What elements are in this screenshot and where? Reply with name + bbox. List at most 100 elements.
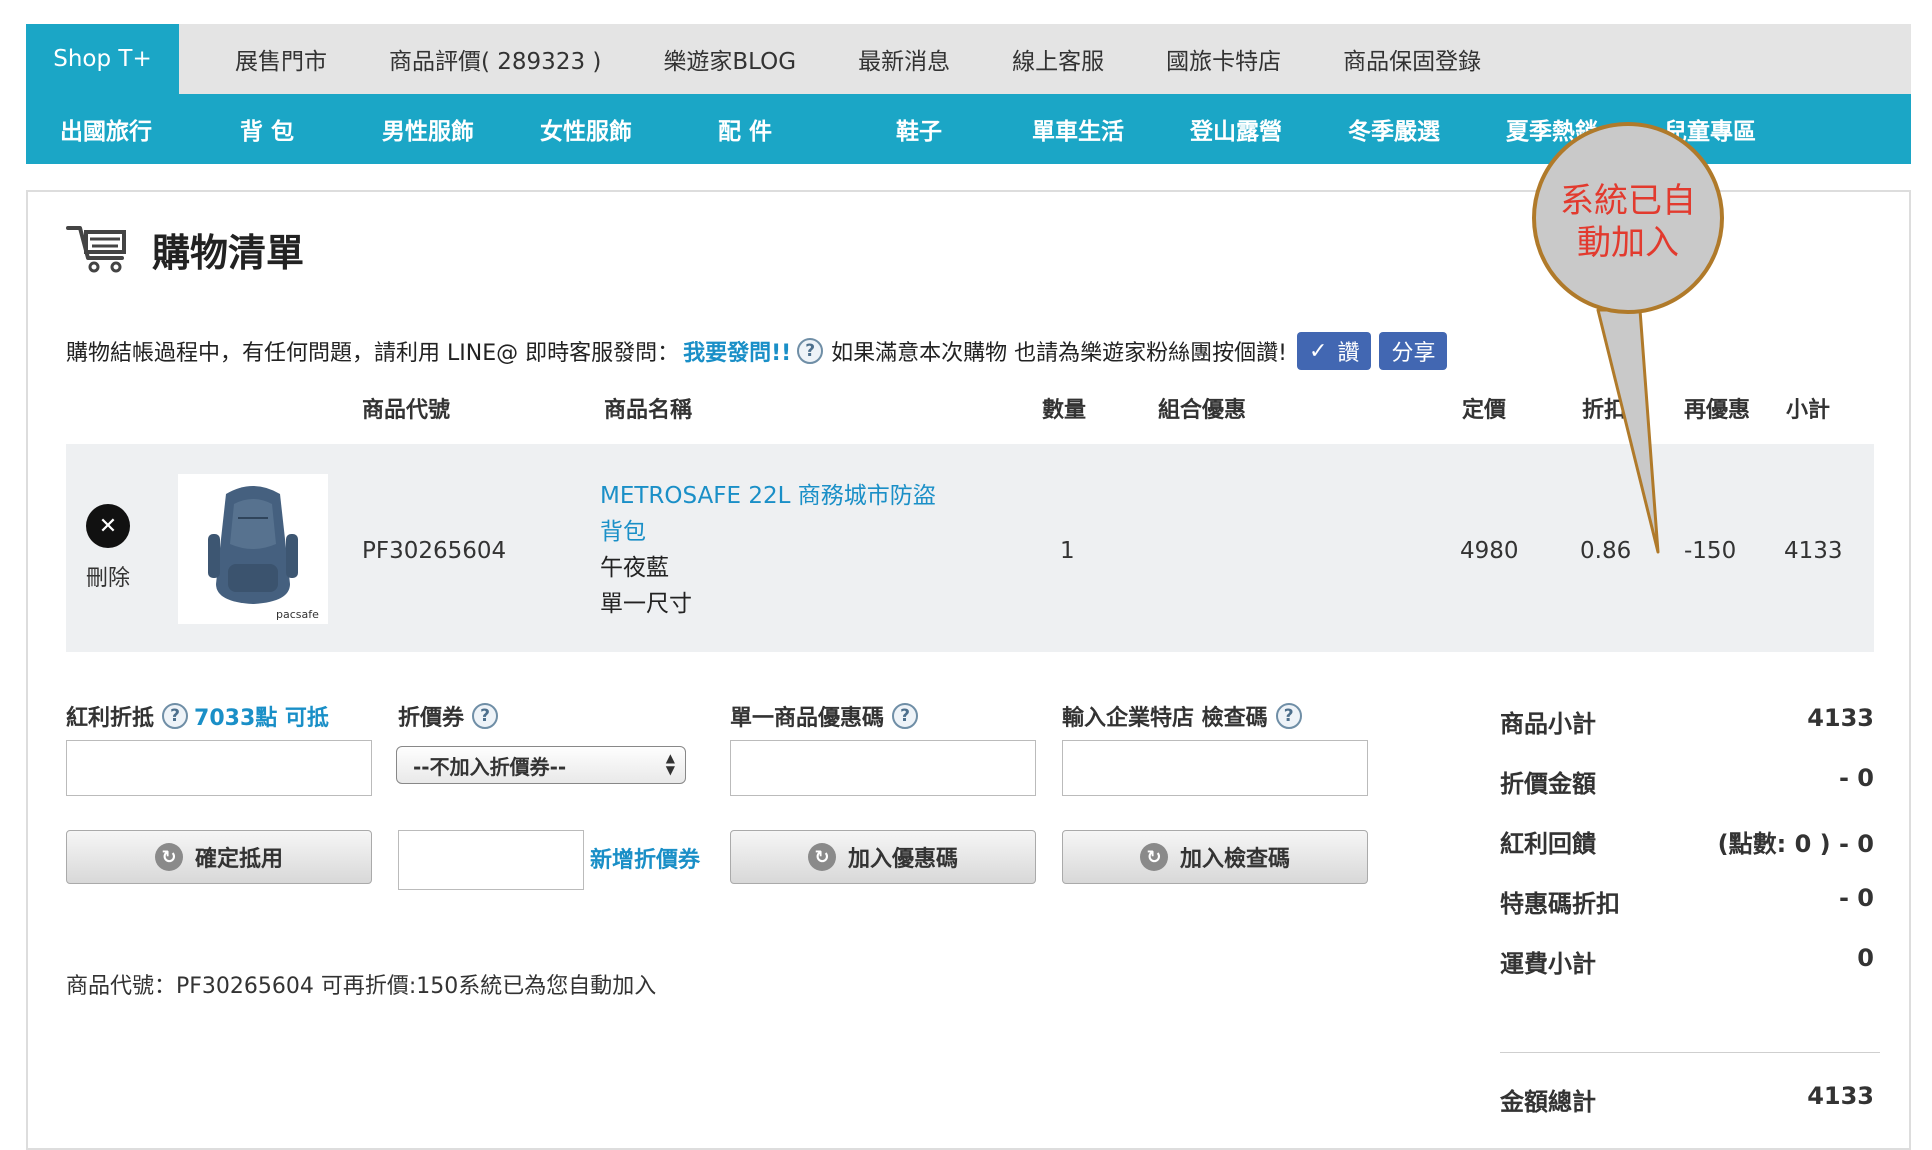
product-name-link[interactable]: METROSAFE 22L 商務城市防盜	[600, 478, 1000, 514]
bonus-label-group: 紅利折抵 ? 7033點 可抵	[66, 700, 329, 732]
header-extra-discount: 再優惠	[1684, 398, 1751, 423]
coupon-label: 折價券	[398, 706, 465, 731]
summary-label-shipping: 運費小計	[1500, 950, 1596, 978]
checkmark-icon: ✓	[1309, 338, 1328, 364]
new-coupon-input[interactable]	[398, 830, 584, 890]
header-name: 商品名稱	[604, 398, 693, 423]
help-line: 購物結帳過程中，有任何問題，請利用 LINE@ 即時客服發問： 我要發問!! ?…	[66, 332, 1448, 370]
summary-value-subtotal: 4133	[1807, 704, 1874, 732]
summary-total-label: 金額總計	[1500, 1088, 1596, 1116]
category-shoes[interactable]: 鞋子	[896, 94, 942, 164]
topnav-item-blog[interactable]: 樂遊家BLOG	[663, 24, 796, 94]
topnav-item-shop[interactable]: Shop T+	[26, 24, 179, 94]
category-summer[interactable]: 夏季熱銷	[1506, 94, 1598, 164]
confirm-bonus-label: 確定抵用	[194, 847, 283, 872]
summary-label-coupon: 折價金額	[1500, 770, 1596, 798]
summary-label-bonus: 紅利回饋	[1500, 830, 1596, 858]
coupon-select-value: --不加入折價券--	[413, 754, 567, 779]
refresh-icon: ↻	[1139, 843, 1168, 871]
enterprise-help-icon[interactable]: ?	[1275, 703, 1302, 729]
coupon-select[interactable]: --不加入折價券-- ▲ ▼	[396, 746, 686, 784]
category-travel[interactable]: 出國旅行	[60, 94, 152, 164]
brand-logo-text: pacsafe	[276, 608, 319, 621]
top-nav: Shop T+ 展售門市 商品評價( 289323 ) 樂遊家BLOG 最新消息…	[26, 24, 1911, 94]
delete-icon[interactable]: ✕	[86, 504, 130, 548]
coupon-label-group: 折價券 ?	[398, 700, 499, 732]
bonus-label: 紅利折抵	[66, 706, 155, 731]
backpack-image	[208, 486, 298, 604]
category-backpacks[interactable]: 背 包	[240, 94, 294, 164]
topnav-item-reviews[interactable]: 商品評價( 289323 )	[389, 24, 601, 94]
header-discount: 折扣	[1582, 398, 1627, 423]
header-price: 定價	[1462, 398, 1507, 423]
category-winter[interactable]: 冬季嚴選	[1348, 94, 1440, 164]
header-subtotal: 小計	[1786, 398, 1831, 423]
delete-label[interactable]: 刪除	[86, 560, 130, 592]
category-nav: 出國旅行 背 包 男性服飾 女性服飾 配 件 鞋子 單車生活 登山露營 冬季嚴選…	[26, 94, 1911, 164]
enterprise-label-group: 輸入企業特店 檢查碼 ?	[1062, 700, 1302, 732]
summary-value-bonus: (點數: 0 ) - 0	[1717, 830, 1874, 858]
summary-total-value: 4133	[1807, 1082, 1874, 1110]
bonus-points-input[interactable]	[66, 740, 372, 796]
topnav-item-travel-card[interactable]: 國旅卡特店	[1166, 24, 1281, 94]
category-women[interactable]: 女性服飾	[540, 94, 632, 164]
add-coupon-link[interactable]: 新增折價券	[590, 842, 700, 874]
category-men[interactable]: 男性服飾	[382, 94, 474, 164]
category-kids[interactable]: 兒童專區	[1664, 94, 1756, 164]
ask-question-link[interactable]: 我要發問!!	[683, 335, 791, 367]
summary-value-coupon: - 0	[1838, 764, 1874, 792]
add-promo-code-label: 加入優惠碼	[847, 847, 958, 872]
product-size: 單一尺寸	[600, 591, 692, 617]
topnav-item-warranty[interactable]: 商品保固登錄	[1343, 24, 1481, 94]
single-code-help-icon[interactable]: ?	[892, 703, 919, 729]
like-label: 讚	[1337, 341, 1360, 366]
single-code-label: 單一商品優惠碼	[730, 706, 885, 731]
topnav-item-support[interactable]: 線上客服	[1012, 24, 1104, 94]
refresh-icon: ↻	[807, 843, 836, 871]
facebook-share-button[interactable]: 分享	[1379, 332, 1448, 370]
enterprise-label: 輸入企業特店 檢查碼	[1062, 706, 1268, 731]
header-code: 商品代號	[362, 398, 451, 423]
summary-divider	[1500, 1052, 1880, 1053]
product-discount: 0.86	[1580, 538, 1632, 564]
page-title: 購物清單	[152, 231, 305, 275]
product-qty: 1	[1060, 538, 1075, 564]
bonus-points: 7033點 可抵	[194, 706, 329, 731]
category-cycling[interactable]: 單車生活	[1032, 94, 1124, 164]
help-question-icon[interactable]: ?	[797, 338, 824, 364]
auto-discount-note: 商品代號：PF30265604 可再折價:150系統已為您自動加入	[66, 974, 657, 999]
product-thumbnail[interactable]: pacsafe	[178, 474, 328, 624]
refresh-icon: ↻	[154, 843, 183, 871]
callout-line-2: 動加入	[1577, 223, 1679, 263]
facebook-like-button[interactable]: ✓ 讚	[1297, 332, 1372, 370]
summary-label-promo: 特惠碼折扣	[1500, 890, 1620, 918]
category-accessories[interactable]: 配 件	[718, 94, 772, 164]
product-extra-discount: -150	[1684, 538, 1737, 564]
select-arrows-icon: ▲ ▼	[665, 751, 675, 777]
header-qty: 數量	[1042, 398, 1087, 423]
add-check-code-button[interactable]: ↻ 加入檢查碼	[1062, 830, 1368, 884]
product-code: PF30265604	[362, 538, 507, 564]
callout-line-1: 系統已自	[1560, 181, 1696, 221]
confirm-bonus-button[interactable]: ↻ 確定抵用	[66, 830, 372, 884]
topnav-item-stores[interactable]: 展售門市	[235, 24, 327, 94]
enterprise-check-code-input[interactable]	[1062, 740, 1368, 796]
summary-value-promo: - 0	[1838, 884, 1874, 912]
header-combo: 組合優惠	[1158, 398, 1247, 423]
single-product-code-input[interactable]	[730, 740, 1036, 796]
single-code-label-group: 單一商品優惠碼 ?	[730, 700, 919, 732]
help-text: 購物結帳過程中，有任何問題，請利用 LINE@ 即時客服發問：	[66, 341, 680, 366]
topnav-item-news[interactable]: 最新消息	[858, 24, 950, 94]
product-name-block: METROSAFE 22L 商務城市防盜 背包 午夜藍 單一尺寸	[600, 478, 1000, 622]
summary-value-shipping: 0	[1857, 944, 1874, 972]
callout-text: 系統已自 動加入	[1540, 180, 1716, 264]
product-name-link-line2[interactable]: 背包	[600, 514, 1000, 550]
product-subtotal: 4133	[1784, 538, 1843, 564]
bonus-help-icon[interactable]: ?	[162, 703, 189, 729]
coupon-help-icon[interactable]: ?	[472, 703, 499, 729]
like-prompt-text: 如果滿意本次購物 也請為樂遊家粉絲團按個讚!	[831, 341, 1287, 366]
category-camping[interactable]: 登山露營	[1190, 94, 1282, 164]
product-price: 4980	[1460, 538, 1519, 564]
summary-label-subtotal: 商品小計	[1500, 710, 1596, 738]
add-promo-code-button[interactable]: ↻ 加入優惠碼	[730, 830, 1036, 884]
